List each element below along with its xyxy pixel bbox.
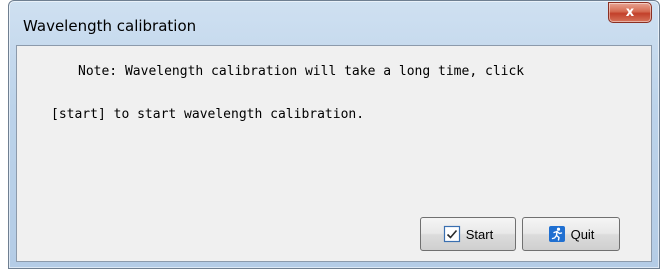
start-button[interactable]: Start	[420, 217, 516, 251]
start-button-label: Start	[465, 226, 494, 242]
window-title: Wavelength calibration	[23, 17, 197, 35]
checkbox-check-icon	[443, 225, 461, 243]
dialog-window: Wavelength calibration x Note: Wavelengt…	[8, 0, 660, 269]
running-man-icon	[548, 225, 566, 243]
title-bar[interactable]: Wavelength calibration x	[9, 1, 659, 45]
close-icon: x	[625, 5, 635, 20]
quit-button-label: Quit	[570, 226, 595, 242]
message-line-1: Note: Wavelength calibration will take a…	[78, 64, 525, 79]
quit-button[interactable]: Quit	[522, 217, 620, 251]
close-button[interactable]: x	[608, 2, 652, 23]
message-line-2: [start] to start wavelength calibration.	[51, 107, 365, 122]
dialog-body: Note: Wavelength calibration will take a…	[16, 45, 652, 262]
